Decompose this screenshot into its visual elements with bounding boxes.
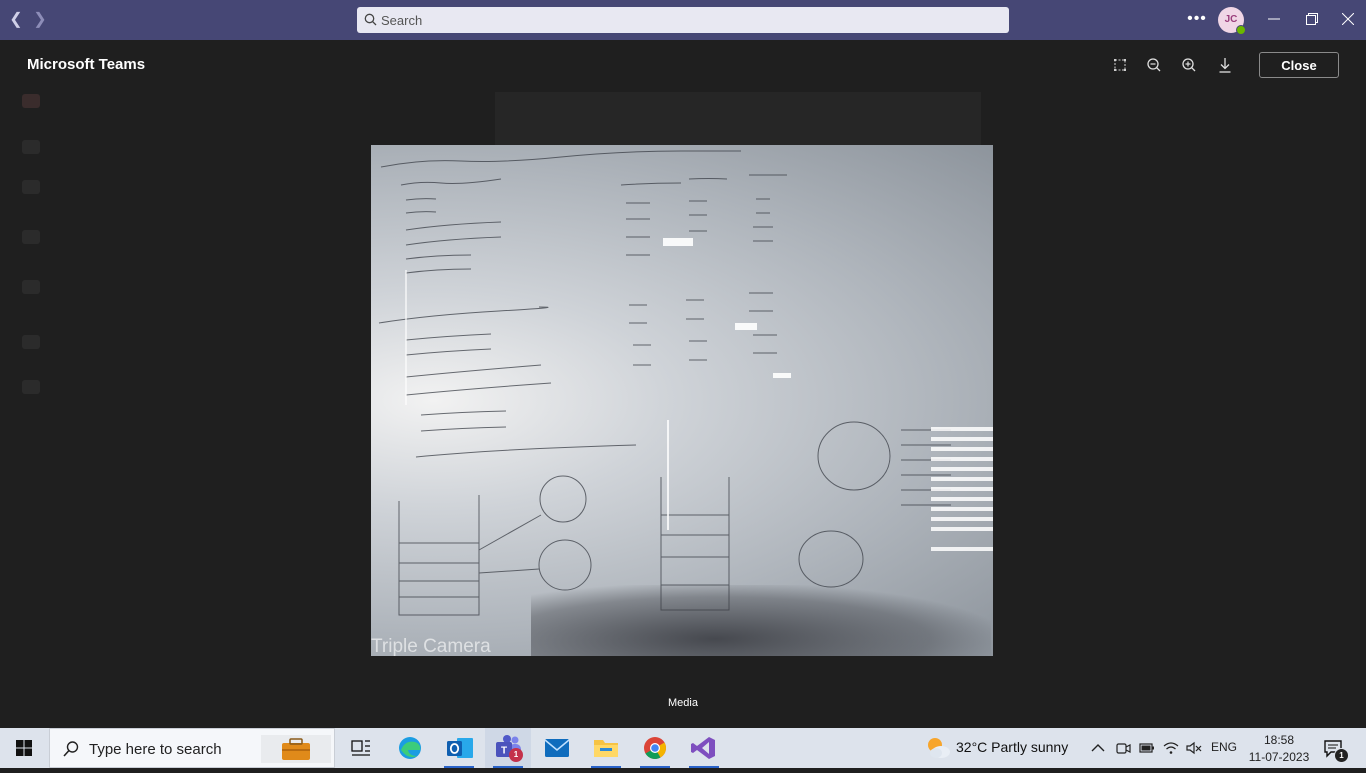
visual-studio-button[interactable] bbox=[681, 728, 727, 768]
whiteboard-sketch bbox=[378, 150, 993, 616]
presence-available-icon bbox=[1236, 25, 1246, 35]
clock-time: 18:58 bbox=[1263, 733, 1295, 747]
visual-studio-icon bbox=[691, 737, 715, 759]
chrome-button[interactable] bbox=[632, 728, 678, 768]
weather-text: 32°C Partly sunny bbox=[956, 739, 1069, 755]
zoom-out-icon bbox=[1147, 58, 1161, 72]
dimmed-compose-box bbox=[490, 664, 1240, 686]
task-view-icon bbox=[351, 740, 370, 756]
search-highlight-icon[interactable] bbox=[261, 735, 331, 763]
zoom-out-button[interactable] bbox=[1143, 54, 1167, 76]
mail-icon bbox=[544, 739, 570, 757]
whiteboard-photo: Triple Camera bbox=[371, 145, 993, 656]
meet-now-tray[interactable] bbox=[1114, 739, 1132, 757]
minimize-icon bbox=[1268, 18, 1280, 20]
search-icon bbox=[364, 13, 377, 26]
teams-icon: T bbox=[496, 735, 521, 757]
chevron-up-icon bbox=[1091, 744, 1105, 752]
file-explorer-button[interactable] bbox=[583, 728, 629, 768]
show-hidden-icons[interactable] bbox=[1089, 739, 1107, 757]
wifi-icon bbox=[1163, 742, 1179, 754]
search-bar[interactable] bbox=[357, 7, 1009, 33]
windows-taskbar: Type here to search T 1 32°C Partly sunn… bbox=[0, 728, 1366, 768]
battery-tray[interactable] bbox=[1138, 739, 1156, 757]
chat-icon bbox=[22, 140, 40, 154]
viewer-title: Microsoft Teams bbox=[27, 56, 146, 73]
photo-shadow bbox=[531, 585, 991, 656]
fit-screen-button[interactable] bbox=[1108, 54, 1132, 76]
outlook-button[interactable] bbox=[436, 728, 482, 768]
download-icon bbox=[1219, 58, 1231, 73]
restore-button[interactable] bbox=[1292, 0, 1332, 40]
notification-center[interactable]: 1 bbox=[1323, 738, 1349, 763]
restore-icon bbox=[1306, 13, 1318, 25]
activity-icon bbox=[22, 94, 40, 108]
outlook-icon bbox=[447, 738, 473, 758]
file-explorer-icon bbox=[594, 740, 618, 757]
search-icon bbox=[63, 741, 79, 757]
edge-icon bbox=[399, 737, 421, 759]
notification-count-badge: 1 bbox=[1334, 748, 1349, 763]
taskbar-search[interactable]: Type here to search bbox=[49, 728, 335, 768]
volume-tray[interactable] bbox=[1185, 739, 1203, 757]
camera-watermark: Triple Camera bbox=[371, 636, 491, 656]
media-caption: Media bbox=[668, 697, 698, 709]
zoom-in-icon bbox=[1182, 58, 1196, 72]
close-window-button[interactable] bbox=[1328, 0, 1366, 40]
start-button[interactable] bbox=[0, 728, 48, 768]
fit-screen-icon bbox=[1114, 59, 1126, 71]
taskbar-search-placeholder: Type here to search bbox=[89, 741, 222, 758]
language-indicator[interactable]: ENG bbox=[1211, 740, 1237, 754]
teams-rail-icon bbox=[22, 180, 40, 194]
partly-sunny-icon bbox=[928, 738, 950, 758]
minimize-button[interactable] bbox=[1254, 0, 1294, 40]
teams-unread-badge: 1 bbox=[509, 748, 523, 762]
calls-icon bbox=[22, 280, 40, 294]
apps-icon bbox=[22, 380, 40, 394]
windows-logo-icon bbox=[16, 740, 32, 756]
clock[interactable]: 18:58 11-07-2023 bbox=[1244, 732, 1314, 766]
edge-button[interactable] bbox=[387, 728, 433, 768]
more-options-icon[interactable]: ••• bbox=[1186, 10, 1208, 30]
briefcase-icon bbox=[282, 738, 310, 760]
battery-icon bbox=[1139, 743, 1154, 753]
teams-title-bar: ❮ ❯ ••• JC bbox=[0, 0, 1366, 40]
search-input[interactable] bbox=[381, 7, 981, 33]
teams-button[interactable]: T 1 bbox=[485, 728, 531, 768]
back-arrow-icon[interactable]: ❮ bbox=[6, 10, 26, 30]
dimmed-app-rail bbox=[0, 80, 60, 720]
meet-now-icon bbox=[1116, 743, 1131, 754]
zoom-in-button[interactable] bbox=[1178, 54, 1202, 76]
forward-arrow-icon[interactable]: ❯ bbox=[30, 10, 50, 30]
network-tray[interactable] bbox=[1162, 739, 1180, 757]
close-icon bbox=[1341, 12, 1355, 26]
clock-date: 11-07-2023 bbox=[1248, 750, 1310, 764]
mail-button[interactable] bbox=[534, 728, 580, 768]
chrome-icon bbox=[644, 737, 666, 759]
dimmed-message-panel bbox=[495, 92, 981, 146]
files-icon bbox=[22, 335, 40, 349]
weather-widget[interactable]: 32°C Partly sunny bbox=[924, 736, 1074, 760]
volume-muted-icon bbox=[1186, 741, 1202, 755]
svg-text:T: T bbox=[501, 746, 507, 757]
download-button[interactable] bbox=[1213, 54, 1237, 76]
task-view-button[interactable] bbox=[338, 728, 384, 768]
calendar-icon bbox=[22, 230, 40, 244]
close-viewer-button[interactable]: Close bbox=[1259, 52, 1339, 78]
